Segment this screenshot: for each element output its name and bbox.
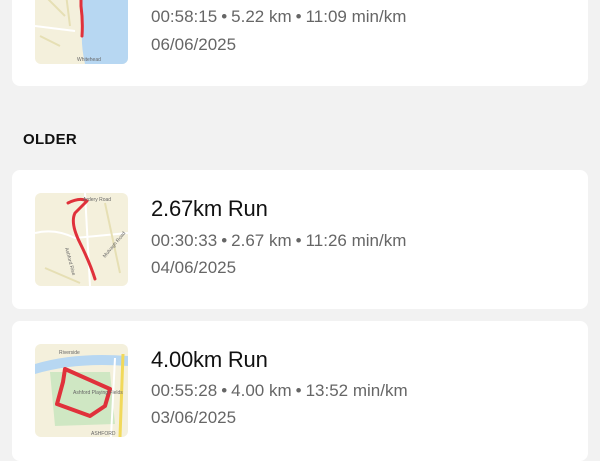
- activity-card[interactable]: Ardery Road Ashford Rise Mulvagh Road 2.…: [12, 170, 588, 309]
- activity-stats: 00:55:28 • 4.00 km • 13:52 min/km: [151, 381, 408, 401]
- pace: 11:09 min/km: [305, 7, 407, 26]
- activity-date: 06/06/2025: [151, 35, 237, 54]
- map-label: ASHFORD: [91, 431, 116, 437]
- separator-dot: •: [295, 7, 302, 26]
- activity-stats: 00:58:15 • 5.22 km • 11:09 min/km: [151, 7, 406, 27]
- separator-dot: •: [221, 381, 228, 400]
- duration: 00:55:28: [151, 381, 218, 400]
- activity-date: 03/06/2025: [151, 408, 237, 427]
- section-heading: OLDER: [23, 131, 77, 148]
- separator-dot: •: [221, 231, 228, 250]
- pace: 11:26 min/km: [305, 231, 407, 250]
- distance: 5.22 km: [231, 7, 292, 26]
- activity-title: 2.67km Run: [151, 196, 268, 221]
- activity-card[interactable]: Whitehead 00:58:15 • 5.22 km • 11:09 min/km …: [12, 0, 588, 86]
- activity-date: 04/06/2025: [151, 258, 237, 277]
- distance: 4.00 km: [231, 381, 292, 400]
- map-label: Ashford Playing Fields: [73, 390, 123, 396]
- duration: 00:58:15: [151, 7, 218, 26]
- map-label: Riverside: [59, 350, 80, 356]
- pace: 13:52 min/km: [305, 381, 408, 400]
- distance: 2.67 km: [231, 231, 292, 250]
- activity-card[interactable]: Riverside Ashford Playing Fields ASHFORD…: [12, 321, 588, 461]
- route-map-thumbnail: Whitehead: [35, 0, 128, 64]
- separator-dot: •: [221, 7, 228, 26]
- separator-dot: •: [295, 381, 302, 400]
- route-map-thumbnail: Ardery Road Ashford Rise Mulvagh Road: [35, 193, 128, 286]
- map-label: Whitehead: [77, 57, 101, 63]
- separator-dot: •: [295, 231, 302, 250]
- map-label: Ardery Road: [83, 197, 111, 203]
- activity-stats: 00:30:33 • 2.67 km • 11:26 min/km: [151, 231, 406, 251]
- duration: 00:30:33: [151, 231, 218, 250]
- route-map-thumbnail: Riverside Ashford Playing Fields ASHFORD: [35, 344, 128, 437]
- activity-title: 4.00km Run: [151, 347, 268, 372]
